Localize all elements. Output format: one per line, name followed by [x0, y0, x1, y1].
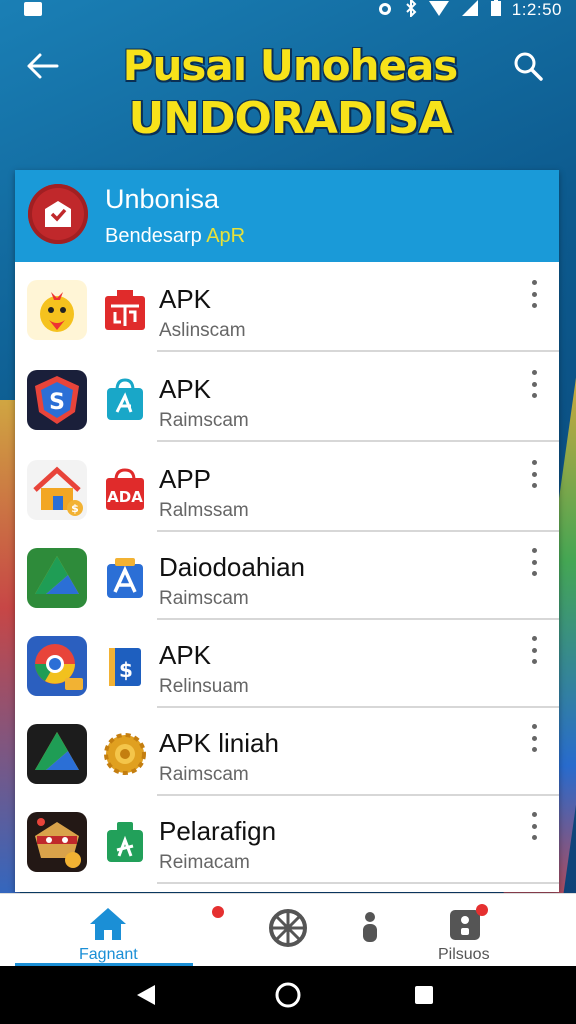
- app-subtitle: Ralmssam: [159, 500, 249, 521]
- nav-explore[interactable]: [262, 894, 314, 966]
- page-title-line1: Pusaı Unoheas: [122, 41, 459, 90]
- system-back-button[interactable]: [116, 966, 176, 1024]
- brand-name: Unbonisa: [105, 184, 220, 214]
- bluetooth-icon: [404, 0, 418, 22]
- wheel-icon: [269, 909, 307, 947]
- search-icon: [514, 52, 543, 81]
- status-bar: 1:2:50: [0, 0, 576, 22]
- app-subtitle: Raimscam: [159, 410, 249, 431]
- more-options-icon[interactable]: [527, 370, 541, 398]
- app-title: APK: [159, 374, 212, 404]
- battery-icon: [490, 0, 502, 22]
- square-recents-icon: [415, 986, 433, 1004]
- house-icon: $: [27, 460, 87, 520]
- more-options-icon[interactable]: [527, 724, 541, 752]
- list-item[interactable]: APK Aslinscam: [15, 264, 559, 352]
- notification-badge: [212, 906, 224, 918]
- nav-profile-label: Pilsuos: [438, 946, 490, 963]
- app-list-panel: Unbonisa Bendesarp ApR APK Aslinscam S A…: [15, 170, 559, 892]
- app-title: APK: [159, 640, 212, 670]
- blue-card-icon: $: [103, 644, 147, 688]
- nav-profile[interactable]: Pilsuos: [430, 894, 500, 966]
- system-home-button[interactable]: [258, 966, 318, 1024]
- brand-subtitle-accent: ApR: [206, 225, 246, 247]
- notification-icon: [24, 2, 42, 16]
- triangle-back-icon: [137, 985, 155, 1005]
- home-icon: [90, 908, 126, 940]
- svg-text:ADA: ADA: [107, 488, 143, 506]
- blue-bag-a-icon: [103, 556, 147, 600]
- row-divider: [157, 350, 559, 352]
- list-item[interactable]: S APK Raimscam: [15, 354, 559, 442]
- list-item[interactable]: Daiodoahian Raimscam: [15, 532, 559, 620]
- circle-home-icon: [275, 982, 301, 1008]
- more-options-icon[interactable]: [527, 636, 541, 664]
- app-title: APK liniah: [159, 728, 279, 758]
- svg-text:$: $: [71, 502, 79, 515]
- system-navigation-bar: [0, 966, 576, 1024]
- page-title-line2: UNDORADISA: [128, 93, 452, 144]
- green-bag-icon: [103, 820, 147, 864]
- app-title: Daiodoahian: [159, 552, 306, 582]
- brand-logo-icon: [28, 184, 88, 244]
- more-options-icon[interactable]: [527, 812, 541, 840]
- more-options-icon[interactable]: [527, 548, 541, 576]
- nav-home[interactable]: Fagnant: [60, 894, 160, 966]
- brand-subtitle-main: Bendesarp: [105, 225, 202, 247]
- back-button[interactable]: [22, 46, 62, 86]
- app-title: APK: [159, 284, 212, 314]
- system-recents-button[interactable]: [394, 966, 454, 1024]
- nav-home-label: Fagnant: [79, 946, 138, 963]
- list-item[interactable]: Pelarafign Reimacam: [15, 796, 559, 884]
- chick-mascot-icon: [27, 280, 87, 340]
- row-divider: [157, 440, 559, 442]
- svg-text:S: S: [49, 390, 65, 415]
- signal-icon: [460, 0, 480, 22]
- list-item[interactable]: $ APK Relinsuam: [15, 620, 559, 708]
- wifi-icon: [428, 0, 450, 22]
- app-subtitle: Relinsuam: [159, 676, 249, 697]
- gold-gear-icon: [103, 732, 147, 776]
- panel-header: Unbonisa Bendesarp ApR: [15, 170, 559, 262]
- alarm-icon: [376, 0, 394, 22]
- search-button[interactable]: [508, 46, 548, 86]
- drive-triangle-dark-icon: [27, 724, 87, 784]
- person-icon: [363, 912, 377, 942]
- app-subtitle: Raimscam: [159, 764, 249, 785]
- drive-triangle-icon: [27, 548, 87, 608]
- status-time: 1:2:50: [511, 0, 562, 19]
- svg-text:$: $: [119, 658, 133, 682]
- chrome-icon: [27, 636, 87, 696]
- bottom-navigation: Fagnant Pilsuos: [0, 893, 576, 966]
- app-subtitle: Raimscam: [159, 588, 249, 609]
- ninja-mascot-icon: [27, 812, 87, 872]
- arrow-left-icon: [27, 53, 59, 79]
- list-item[interactable]: $ ADA APP Ralmssam: [15, 444, 559, 532]
- app-subtitle: Aslinscam: [159, 320, 246, 341]
- app-title: APP: [159, 464, 212, 494]
- red-bag-icon: ADA: [103, 468, 147, 512]
- more-options-icon[interactable]: [527, 460, 541, 488]
- nav-account[interactable]: [350, 894, 390, 966]
- brand-subtitle: Bendesarp ApR: [105, 225, 245, 248]
- shield-s-icon: S: [27, 370, 87, 430]
- row-divider: [157, 882, 559, 884]
- list-item[interactable]: APK liniah Raimscam: [15, 708, 559, 796]
- page-title: Pusaı Unoheas UNDORADISA: [70, 40, 510, 146]
- app-subtitle: Reimacam: [159, 852, 250, 873]
- app-title: Pelarafign: [159, 816, 277, 846]
- more-options-icon[interactable]: [527, 280, 541, 308]
- teal-bag-icon: [103, 378, 147, 422]
- red-store-icon: [103, 288, 147, 332]
- profile-badge: [476, 904, 488, 916]
